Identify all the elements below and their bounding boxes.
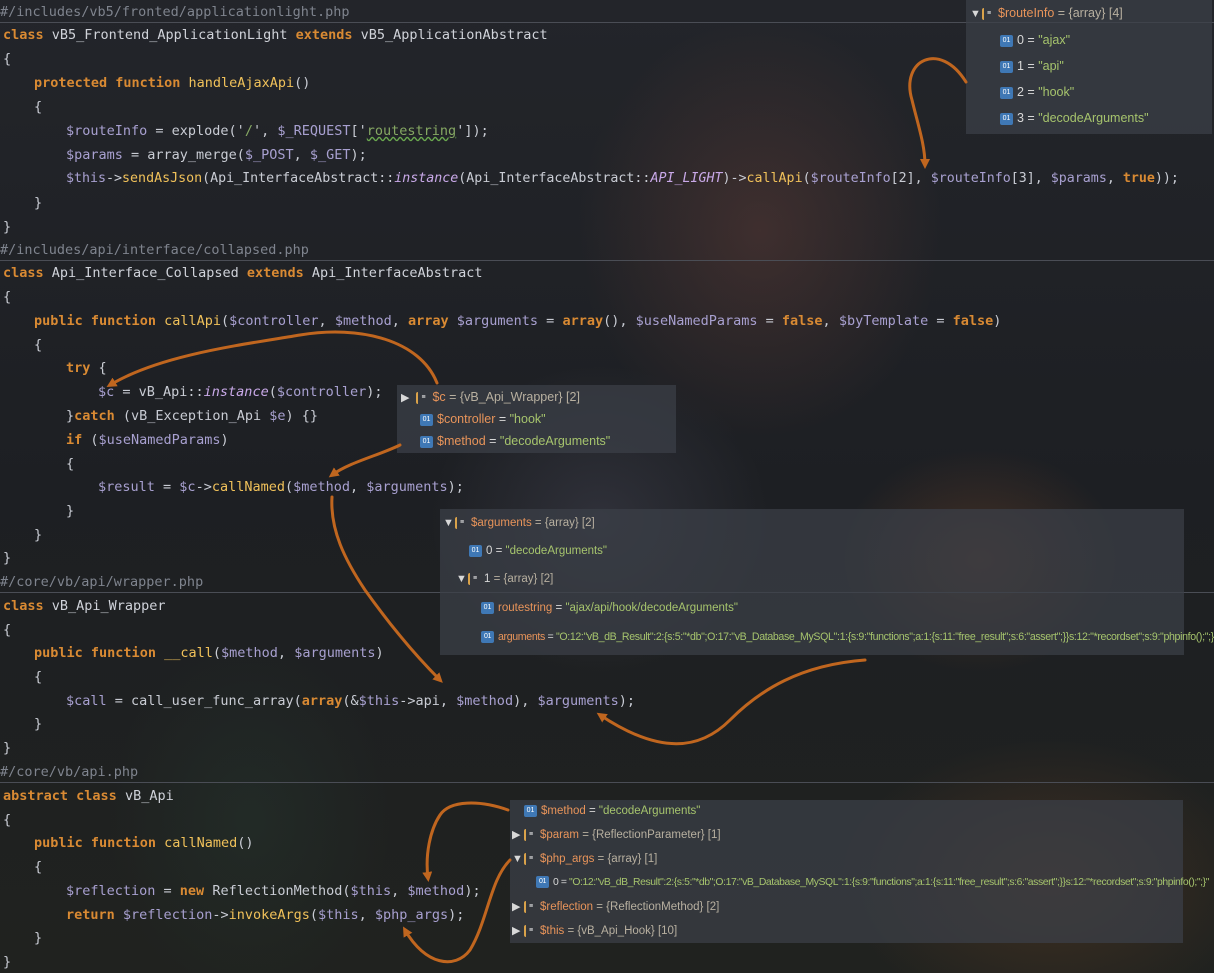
arrow-method bbox=[422, 801, 510, 882]
arrow-call bbox=[330, 495, 443, 683]
arrow-php-args bbox=[403, 858, 512, 964]
arrow-callnamed bbox=[328, 443, 402, 478]
arrow-c bbox=[106, 330, 439, 388]
arrow-arguments bbox=[596, 658, 867, 746]
arrow-routeinfo bbox=[908, 57, 968, 169]
annotation-arrows bbox=[106, 57, 968, 964]
